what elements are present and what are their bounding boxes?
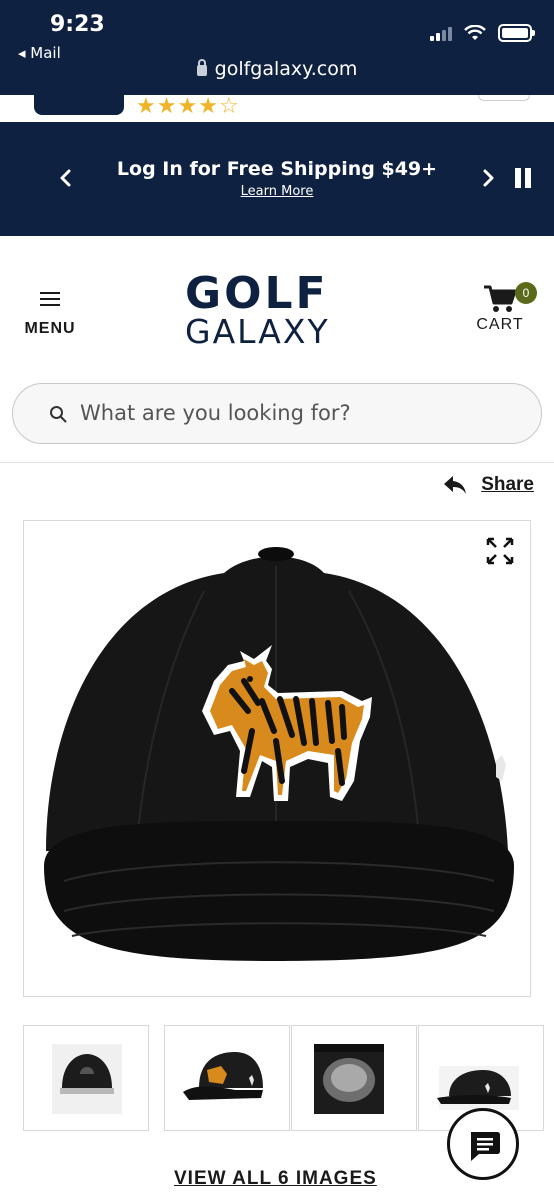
wifi-icon: [464, 25, 486, 40]
url-bar[interactable]: golfgalaxy.com: [0, 58, 554, 80]
goat-cap-image: [44, 547, 514, 961]
cart-label: CART: [476, 316, 524, 333]
promo-banner: Log In for Free Shipping $49+ Learn More: [0, 122, 554, 236]
divider: [0, 462, 554, 463]
thumbnail-3[interactable]: [291, 1025, 417, 1131]
cap-underside-thumbnail: [314, 1044, 384, 1114]
cap-back-thumbnail: [52, 1044, 122, 1114]
share-label: Share: [481, 474, 534, 495]
search-input[interactable]: What are you looking for?: [12, 383, 542, 444]
star-icon: ★: [198, 95, 219, 118]
expand-icon[interactable]: [486, 537, 514, 565]
partial-product-strip: ★★★★☆: [0, 95, 554, 122]
signal-icon: [430, 25, 452, 41]
cap-side-thumbnail: [183, 1052, 263, 1100]
search-icon: [50, 406, 67, 423]
cart-icon: 0: [483, 282, 537, 314]
cart-count-badge: 0: [515, 282, 537, 304]
learn-more-link[interactable]: Learn More: [0, 184, 554, 199]
star-rating: ★★★★☆: [136, 95, 240, 117]
star-outline-icon: ☆: [218, 95, 240, 118]
menu-button[interactable]: MENU: [20, 292, 80, 346]
logo-top-text: GOLF: [185, 268, 329, 319]
status-time: 9:23: [50, 12, 105, 37]
share-button[interactable]: Share: [443, 472, 534, 498]
promo-title: Log In for Free Shipping $49+: [116, 158, 438, 180]
star-icon: ★: [156, 95, 178, 118]
share-arrow-icon: [444, 476, 467, 494]
golf-galaxy-logo[interactable]: GOLF GALAXY: [185, 268, 345, 351]
partial-button[interactable]: [34, 95, 124, 115]
thumbnail-1[interactable]: [23, 1025, 149, 1131]
chevron-right-icon[interactable]: [478, 166, 498, 190]
partial-control[interactable]: [478, 95, 530, 101]
url-text: golfgalaxy.com: [214, 58, 358, 80]
status-icons: [430, 24, 535, 42]
logo-bottom-text: GALAXY: [185, 312, 330, 351]
chat-button[interactable]: [447, 1108, 519, 1180]
main-product-image[interactable]: [23, 520, 531, 997]
lock-icon: [196, 59, 207, 76]
site-header: MENU GOLF GALAXY 0 CART: [0, 236, 554, 376]
star-icon: ★: [177, 95, 199, 118]
hamburger-icon: [40, 292, 60, 306]
ios-status-bar: 9:23 ◂ Mail golfgalaxy.com: [0, 0, 554, 95]
chat-bubble-icon: [471, 1132, 500, 1161]
menu-label: MENU: [24, 320, 76, 337]
search-placeholder: What are you looking for?: [80, 401, 351, 425]
thumbnail-strip: [23, 1025, 544, 1131]
cart-button[interactable]: 0 CART: [470, 276, 537, 342]
pause-icon[interactable]: [513, 168, 533, 190]
view-all-images-link[interactable]: VIEW ALL 6 IMAGES: [174, 1168, 377, 1190]
thumbnail-2[interactable]: [164, 1025, 290, 1131]
battery-icon: [498, 24, 535, 42]
star-icon: ★: [136, 95, 157, 118]
